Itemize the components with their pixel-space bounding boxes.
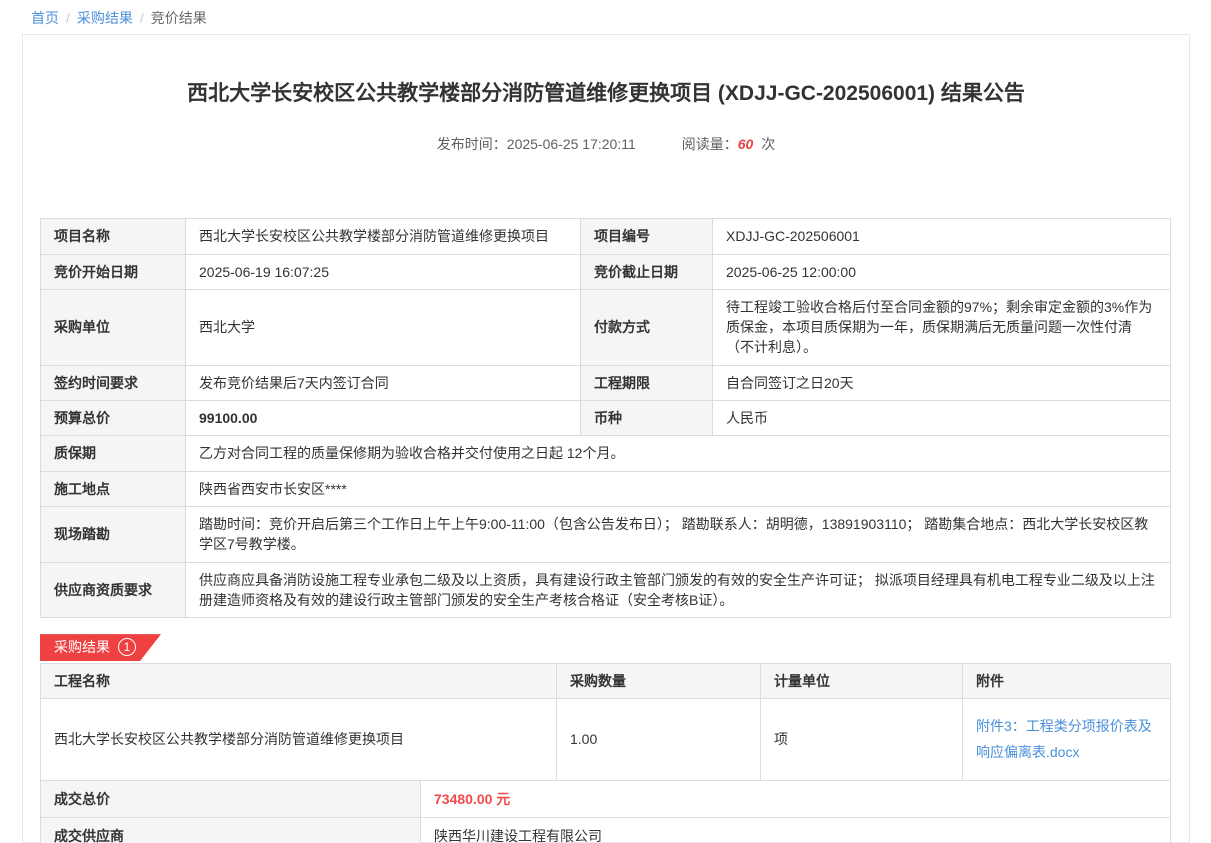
label-project-number: 项目编号 xyxy=(581,219,713,254)
label-currency: 币种 xyxy=(581,401,713,436)
announcement-card: 西北大学长安校区公共教学楼部分消防管道维修更换项目 (XDJJ-GC-20250… xyxy=(22,34,1190,843)
value-purchasing-unit: 西北大学 xyxy=(186,289,581,365)
header-attachment: 附件 xyxy=(963,664,1171,699)
read-count-value: 60 xyxy=(738,136,754,152)
result-table-header-row: 工程名称 采购数量 计量单位 附件 xyxy=(41,664,1171,699)
table-row: 竞价开始日期 2025-06-19 16:07:25 竞价截止日期 2025-0… xyxy=(41,254,1171,289)
result-project-name: 西北大学长安校区公共教学楼部分消防管道维修更换项目 xyxy=(41,699,557,780)
label-supplier-qualification: 供应商资质要求 xyxy=(41,562,186,618)
value-site-survey: 踏勘时间：竞价开启后第三个工作日上午上午9:00-11:00（包含公告发布日）；… xyxy=(186,506,1171,562)
header-purchase-quantity: 采购数量 xyxy=(557,664,761,699)
table-row: 施工地点 陕西省西安市长安区**** xyxy=(41,471,1171,506)
label-signing-time-requirement: 签约时间要求 xyxy=(41,365,186,400)
result-quantity: 1.00 xyxy=(557,699,761,780)
value-payment-method: 待工程竣工验收合格后付至合同金额的97%；剩余审定金额的3%作为质保金，本项目质… xyxy=(713,289,1171,365)
publish-time-label: 发布时间： xyxy=(437,136,507,152)
breadcrumb-current-bidding-results: 竞价结果 xyxy=(151,10,207,26)
label-budget-total: 预算总价 xyxy=(41,401,186,436)
table-row: 供应商资质要求 供应商应具备消防设施工程专业承包二级及以上资质，具有建设行政主管… xyxy=(41,562,1171,618)
value-supplier-qualification: 供应商应具备消防设施工程专业承包二级及以上资质，具有建设行政主管部门颁发的有效的… xyxy=(186,562,1171,618)
read-count-unit: 次 xyxy=(761,136,775,152)
label-construction-site: 施工地点 xyxy=(41,471,186,506)
breadcrumb-separator: / xyxy=(66,10,70,26)
table-row: 成交供应商 陕西华川建设工程有限公司 xyxy=(41,818,1171,843)
value-signing-time-requirement: 发布竞价结果后7天内签订合同 xyxy=(186,365,581,400)
breadcrumb-separator: / xyxy=(140,10,144,26)
breadcrumb-link-home[interactable]: 首页 xyxy=(31,10,59,26)
page-title: 西北大学长安校区公共教学楼部分消防管道维修更换项目 (XDJJ-GC-20250… xyxy=(50,80,1162,107)
result-unit: 项 xyxy=(761,699,963,780)
label-deal-total-price: 成交总价 xyxy=(41,780,421,817)
value-deal-total-price: 73480.00 元 xyxy=(421,780,1171,817)
table-row: 预算总价 99100.00 币种 人民币 xyxy=(41,401,1171,436)
purchase-result-banner-label: 采购结果 xyxy=(54,639,110,655)
attachment-link[interactable]: 附件3：工程类分项报价表及响应偏离表.docx xyxy=(976,718,1152,759)
publish-time-value: 2025-06-25 17:20:11 xyxy=(507,136,636,152)
label-payment-method: 付款方式 xyxy=(581,289,713,365)
header-measure-unit: 计量单位 xyxy=(761,664,963,699)
table-row: 采购单位 西北大学 付款方式 待工程竣工验收合格后付至合同金额的97%；剩余审定… xyxy=(41,289,1171,365)
table-row: 签约时间要求 发布竞价结果后7天内签订合同 工程期限 自合同签订之日20天 xyxy=(41,365,1171,400)
announcement-meta: 发布时间：2025-06-25 17:20:11 阅读量：60 次 xyxy=(40,134,1172,154)
value-project-number: XDJJ-GC-202506001 xyxy=(713,219,1171,254)
deal-summary-table: 成交总价 73480.00 元 成交供应商 陕西华川建设工程有限公司 xyxy=(40,780,1171,843)
value-project-name: 西北大学长安校区公共教学楼部分消防管道维修更换项目 xyxy=(186,219,581,254)
value-bid-start-date: 2025-06-19 16:07:25 xyxy=(186,254,581,289)
table-row: 质保期 乙方对合同工程的质量保修期为验收合格并交付使用之日起 12个月。 xyxy=(41,436,1171,471)
value-warranty-period: 乙方对合同工程的质量保修期为验收合格并交付使用之日起 12个月。 xyxy=(186,436,1171,471)
table-row: 成交总价 73480.00 元 xyxy=(41,780,1171,817)
label-project-name: 项目名称 xyxy=(41,219,186,254)
purchase-result-banner: 采购结果 1 xyxy=(40,634,161,661)
read-count-label: 阅读量： xyxy=(682,136,738,152)
label-winning-supplier: 成交供应商 xyxy=(41,818,421,843)
label-project-duration: 工程期限 xyxy=(581,365,713,400)
value-project-duration: 自合同签订之日20天 xyxy=(713,365,1171,400)
page: 首页 / 采购结果 / 竞价结果 西北大学长安校区公共教学楼部分消防管道维修更换项目 (… xyxy=(0,0,1211,843)
label-bid-deadline: 竞价截止日期 xyxy=(581,254,713,289)
purchase-result-table: 工程名称 采购数量 计量单位 附件 西北大学长安校区公共教学楼部分消防管道维修更… xyxy=(40,663,1171,781)
result-count-badge: 1 xyxy=(118,638,136,656)
breadcrumb: 首页 / 采购结果 / 竞价结果 xyxy=(0,0,1211,34)
header-project-name: 工程名称 xyxy=(41,664,557,699)
value-bid-deadline: 2025-06-25 12:00:00 xyxy=(713,254,1171,289)
table-row: 项目名称 西北大学长安校区公共教学楼部分消防管道维修更换项目 项目编号 XDJJ… xyxy=(41,219,1171,254)
label-bid-start-date: 竞价开始日期 xyxy=(41,254,186,289)
value-winning-supplier: 陕西华川建设工程有限公司 xyxy=(421,818,1171,843)
label-purchasing-unit: 采购单位 xyxy=(41,289,186,365)
label-warranty-period: 质保期 xyxy=(41,436,186,471)
breadcrumb-link-purchase-results[interactable]: 采购结果 xyxy=(77,10,133,26)
value-budget-total: 99100.00 xyxy=(186,401,581,436)
label-site-survey: 现场踏勘 xyxy=(41,506,186,562)
table-row: 现场踏勘 踏勘时间：竞价开启后第三个工作日上午上午9:00-11:00（包含公告… xyxy=(41,506,1171,562)
value-currency: 人民币 xyxy=(713,401,1171,436)
value-construction-site: 陕西省西安市长安区**** xyxy=(186,471,1171,506)
project-info-table: 项目名称 西北大学长安校区公共教学楼部分消防管道维修更换项目 项目编号 XDJJ… xyxy=(40,218,1171,618)
result-table-row: 西北大学长安校区公共教学楼部分消防管道维修更换项目 1.00 项 附件3：工程类… xyxy=(41,699,1171,780)
